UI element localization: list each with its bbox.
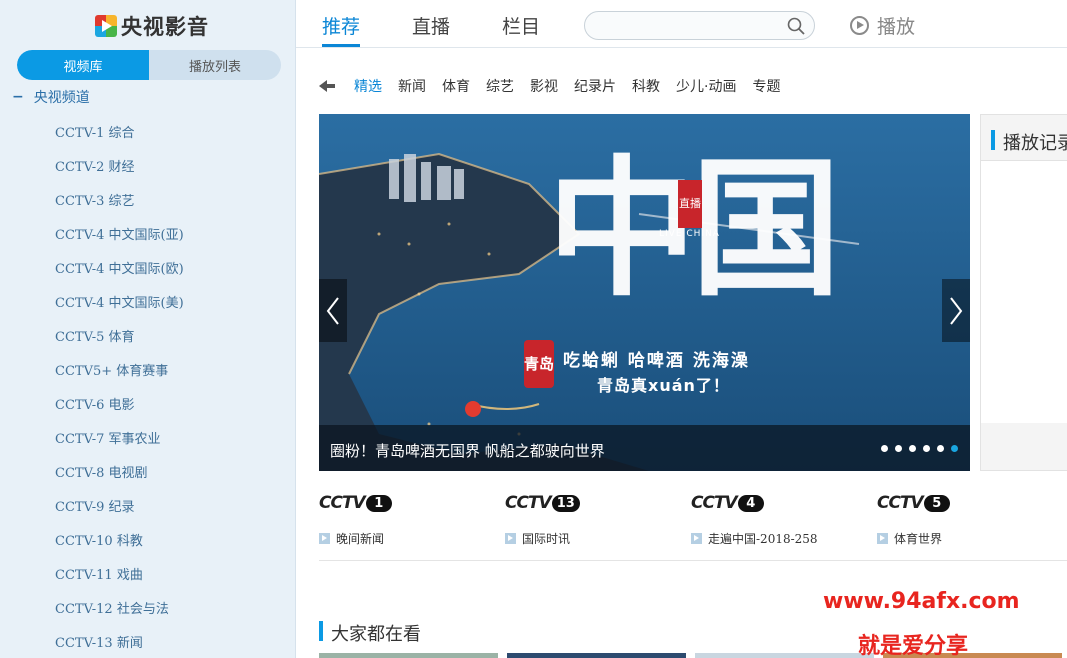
category-bar: 精选 新闻 体育 综艺 影视 纪录片 科教 少儿·动画 专题 <box>319 75 796 97</box>
tab-video-library[interactable]: 视频库 <box>17 50 149 80</box>
play-history-list <box>981 161 1067 423</box>
carousel-dot[interactable] <box>895 445 902 452</box>
top-nav: 推荐 直播 栏目 播放 <box>296 0 1067 48</box>
cctv-logo: CCTV 13 <box>505 492 685 514</box>
channel-item[interactable]: CCTV5+ 体育赛事 <box>0 352 296 386</box>
cctv-logo: CCTV 1 <box>319 492 499 514</box>
play-small-icon <box>691 533 702 544</box>
category-documentary[interactable]: 纪录片 <box>574 76 616 96</box>
sidebar-tabs: 视频库 播放列表 <box>17 50 281 80</box>
channel-item[interactable]: CCTV-7 军事农业 <box>0 420 296 454</box>
category-kids[interactable]: 少儿·动画 <box>676 76 736 96</box>
play-history-header: 播放记录 <box>981 115 1067 161</box>
video-thumbnail[interactable] <box>695 653 874 658</box>
tab-recommend[interactable]: 推荐 <box>322 12 360 39</box>
tab-playlist[interactable]: 播放列表 <box>149 50 281 80</box>
banner-slogan-1: 吃蛤蜊 哈啤酒 洗海澡 <box>563 351 750 371</box>
banner-caption-bar: 圈粉！青岛啤酒无国界 帆船之都驶向世界 <box>319 425 970 471</box>
chevron-left-icon <box>326 296 339 325</box>
channel-program[interactable]: 体育世界 <box>877 530 1057 547</box>
category-sports[interactable]: 体育 <box>442 76 470 96</box>
play-history-panel: 播放记录 <box>980 114 1067 471</box>
play-circle-icon <box>850 16 869 35</box>
live-seal: 直播 <box>678 180 702 228</box>
active-tab-underline <box>322 44 360 47</box>
live-seal-subtitle: LIVE CHINA <box>659 229 720 239</box>
cctv-logo: CCTV 4 <box>691 492 871 514</box>
video-thumbnail[interactable] <box>319 653 498 658</box>
carousel-dot[interactable] <box>937 445 944 452</box>
category-science[interactable]: 科教 <box>632 76 660 96</box>
popular-section-title: 大家都在看 <box>331 624 421 645</box>
channel-item[interactable]: CCTV-11 戏曲 <box>0 556 296 590</box>
channel-program[interactable]: 国际时讯 <box>505 530 685 547</box>
category-news[interactable]: 新闻 <box>398 76 426 96</box>
channel-card[interactable]: CCTV 13 国际时讯 <box>505 492 685 547</box>
channel-item[interactable]: CCTV-6 电影 <box>0 386 296 420</box>
channel-item[interactable]: CCTV-3 综艺 <box>0 182 296 216</box>
channel-program[interactable]: 走遍中国-2018-258 <box>691 530 871 547</box>
tab-live[interactable]: 直播 <box>412 12 450 39</box>
play-small-icon <box>505 533 516 544</box>
channel-card[interactable]: CCTV 1 晚间新闻 <box>319 492 499 547</box>
carousel-dot[interactable] <box>909 445 916 452</box>
channel-item[interactable]: CCTV-4 中文国际(美) <box>0 284 296 318</box>
app-logo: 央视影音 <box>95 12 209 40</box>
play-history-title: 播放记录 <box>1003 133 1067 154</box>
cctv-logo: CCTV 5 <box>877 492 1057 514</box>
search-icon[interactable] <box>787 17 805 35</box>
app-title: 央视影音 <box>121 15 209 39</box>
channel-card[interactable]: CCTV 5 体育世界 <box>877 492 1057 547</box>
channel-item[interactable]: CCTV-1 综合 <box>0 114 296 148</box>
channel-item[interactable]: CCTV-13 新闻 <box>0 624 296 658</box>
channel-item[interactable]: CCTV-10 科教 <box>0 522 296 556</box>
sidebar: 央视影音 视频库 播放列表 − 央视频道 CCTV-1 综合 CCTV-2 财经… <box>0 0 296 658</box>
logo-icon <box>95 15 117 37</box>
city-seal: 青岛 <box>524 340 554 388</box>
play-button[interactable]: 播放 <box>850 12 915 39</box>
banner-carousel[interactable]: 中国 直播 LIVE CHINA 青岛 吃蛤蜊 哈啤酒 洗海澡 青岛真xuán了… <box>319 114 970 471</box>
collapse-icon[interactable]: − <box>12 89 24 105</box>
search-input[interactable] <box>597 16 777 36</box>
video-thumbnail[interactable] <box>507 653 686 658</box>
watermark-slogan: 就是爱分享 <box>858 634 969 658</box>
play-label: 播放 <box>877 16 916 38</box>
category-special[interactable]: 专题 <box>752 76 780 96</box>
live-channel-row: CCTV 1 晚间新闻 CCTV 13 国际时讯 CCTV 4 走遍中国-201… <box>319 492 1067 552</box>
channel-program[interactable]: 晚间新闻 <box>319 530 499 547</box>
search-box[interactable] <box>584 11 815 40</box>
channel-group-header[interactable]: − 央视频道 <box>12 86 90 108</box>
carousel-dot[interactable] <box>881 445 888 452</box>
category-featured[interactable]: 精选 <box>354 76 382 96</box>
channel-item[interactable]: CCTV-12 社会与法 <box>0 590 296 624</box>
category-variety[interactable]: 综艺 <box>486 76 514 96</box>
category-film-tv[interactable]: 影视 <box>530 76 558 96</box>
app-window: 央视影音 视频库 播放列表 − 央视频道 CCTV-1 综合 CCTV-2 财经… <box>0 0 1067 658</box>
section-marker <box>319 621 323 641</box>
section-divider <box>319 560 1067 561</box>
channel-card[interactable]: CCTV 4 走遍中国-2018-258 <box>691 492 871 547</box>
watermark-url: www.94afx.com <box>823 589 1020 614</box>
channel-item[interactable]: CCTV-9 纪录 <box>0 488 296 522</box>
carousel-dot-active[interactable] <box>951 445 958 452</box>
chevron-right-icon <box>950 296 963 325</box>
tab-columns[interactable]: 栏目 <box>502 12 540 39</box>
channel-item[interactable]: CCTV-2 财经 <box>0 148 296 182</box>
channel-item[interactable]: CCTV-4 中文国际(亚) <box>0 216 296 250</box>
channel-item[interactable]: CCTV-5 体育 <box>0 318 296 352</box>
channel-list: CCTV-1 综合 CCTV-2 财经 CCTV-3 综艺 CCTV-4 中文国… <box>0 114 296 658</box>
carousel-dots <box>881 445 958 452</box>
play-small-icon <box>877 533 888 544</box>
carousel-next-button[interactable] <box>942 279 970 342</box>
section-marker <box>991 130 995 150</box>
channel-item[interactable]: CCTV-8 电视剧 <box>0 454 296 488</box>
channel-item[interactable]: CCTV-4 中文国际(欧) <box>0 250 296 284</box>
carousel-dot[interactable] <box>923 445 930 452</box>
banner-slogan-2: 青岛真xuán了！ <box>597 376 730 395</box>
play-small-icon <box>319 533 330 544</box>
channel-group-label: 央视频道 <box>33 90 90 106</box>
banner-caption[interactable]: 圈粉！青岛啤酒无国界 帆船之都驶向世界 <box>330 440 605 461</box>
back-arrow-icon[interactable] <box>319 78 335 94</box>
carousel-prev-button[interactable] <box>319 279 347 342</box>
